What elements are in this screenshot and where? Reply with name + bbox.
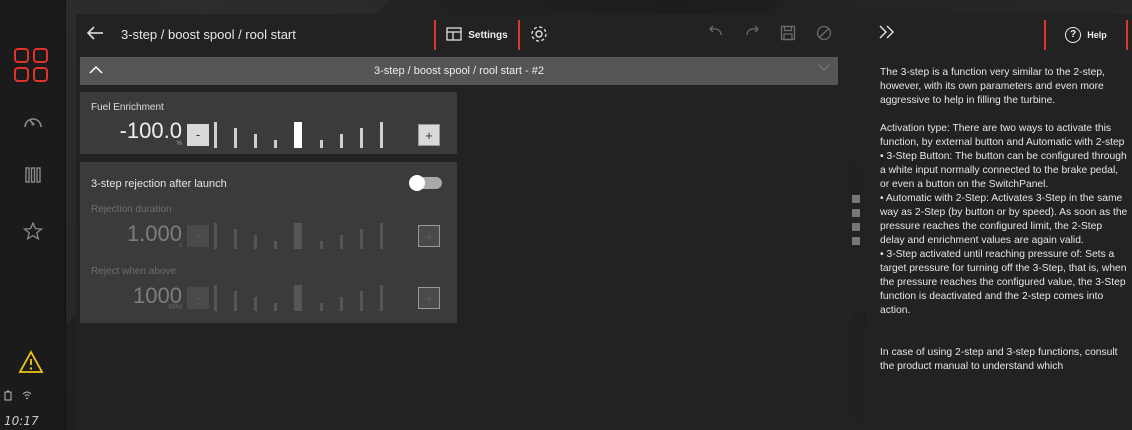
toggle-knob [409,175,425,191]
reject-above-label: Reject when above [91,266,177,277]
help-paragraph: The 3-step is a function very similar to… [880,67,1105,106]
settings-button[interactable]: Settings [434,20,520,50]
help-paragraph: Activation type: There are two ways to a… [880,123,1125,148]
duration-slider[interactable] [214,223,414,249]
redo-icon[interactable] [742,25,762,45]
page-title: 3-step / boost spool / rool start [121,27,296,42]
duration-minus-button[interactable]: - [187,225,209,247]
rejection-duration-label: Rejection duration [91,204,172,215]
panel-resize-handle[interactable] [852,195,860,251]
chevron-down-icon[interactable] [818,63,830,75]
chevron-up-icon[interactable] [86,61,106,81]
above-plus-button[interactable]: + [418,287,440,309]
help-label: Help [1087,30,1107,40]
help-paragraph: In case of using 2-step and 3-step funct… [880,347,1118,372]
fuel-plus-button[interactable]: + [418,124,440,146]
gauge-icon[interactable] [20,108,46,134]
double-chevron-right-icon[interactable] [878,24,896,45]
clock: 10:17 [4,414,39,428]
save-icon[interactable] [778,25,798,45]
reject-above-unit: RPM [168,305,182,311]
rejection-card: 3-step rejection after launch Rejection … [80,162,457,323]
rejection-toggle[interactable] [409,175,442,191]
battery-icon [4,390,12,404]
fuel-slider[interactable] [214,122,414,148]
above-minus-button[interactable]: - [187,287,209,309]
top-bar: 3-step / boost spool / rool start Settin… [76,14,848,56]
side-rail: 10:17 [0,0,66,430]
help-paragraph: • Automatic with 2-Step: Activates 3-Ste… [880,193,1128,246]
section-title: 3-step / boost spool / rool start - #2 [374,65,544,77]
table-icon [446,26,462,44]
help-header: ? Help [866,14,1132,56]
dashboard-logo[interactable] [14,48,48,82]
back-arrow-icon[interactable] [84,22,108,46]
above-slider[interactable] [214,285,414,311]
fuel-enrichment-card: Fuel Enrichment -100.0 % - + [80,92,457,154]
help-paragraph: • 3-Step activated until reaching pressu… [880,249,1127,316]
warning-icon[interactable] [18,350,46,376]
help-panel: ? Help The 3-step is a function very sim… [866,14,1132,430]
cancel-icon[interactable] [814,25,834,45]
settings-label: Settings [468,29,508,41]
help-button[interactable]: ? Help [1044,20,1128,50]
rejection-toggle-label: 3-step rejection after launch [91,178,227,190]
section-header[interactable]: 3-step / boost spool / rool start - #2 [80,57,838,85]
fuel-minus-button[interactable]: - [187,124,209,146]
main-panel: 3-step / boost spool / rool start Settin… [76,14,848,430]
star-icon[interactable] [20,218,46,244]
undo-icon[interactable] [706,25,726,45]
help-paragraph: • 3-Step Button: The button can be confi… [880,151,1127,190]
wifi-icon [22,390,32,404]
question-icon: ? [1065,27,1082,43]
status-row [4,390,32,404]
gear-icon[interactable] [528,23,552,47]
help-text: The 3-step is a function very similar to… [880,66,1128,418]
rejection-duration-unit: s [179,243,182,249]
duration-plus-button[interactable]: + [418,225,440,247]
fuel-enrichment-unit: % [176,141,182,147]
fuel-enrichment-label: Fuel Enrichment [91,102,164,113]
columns-icon[interactable] [20,162,46,188]
